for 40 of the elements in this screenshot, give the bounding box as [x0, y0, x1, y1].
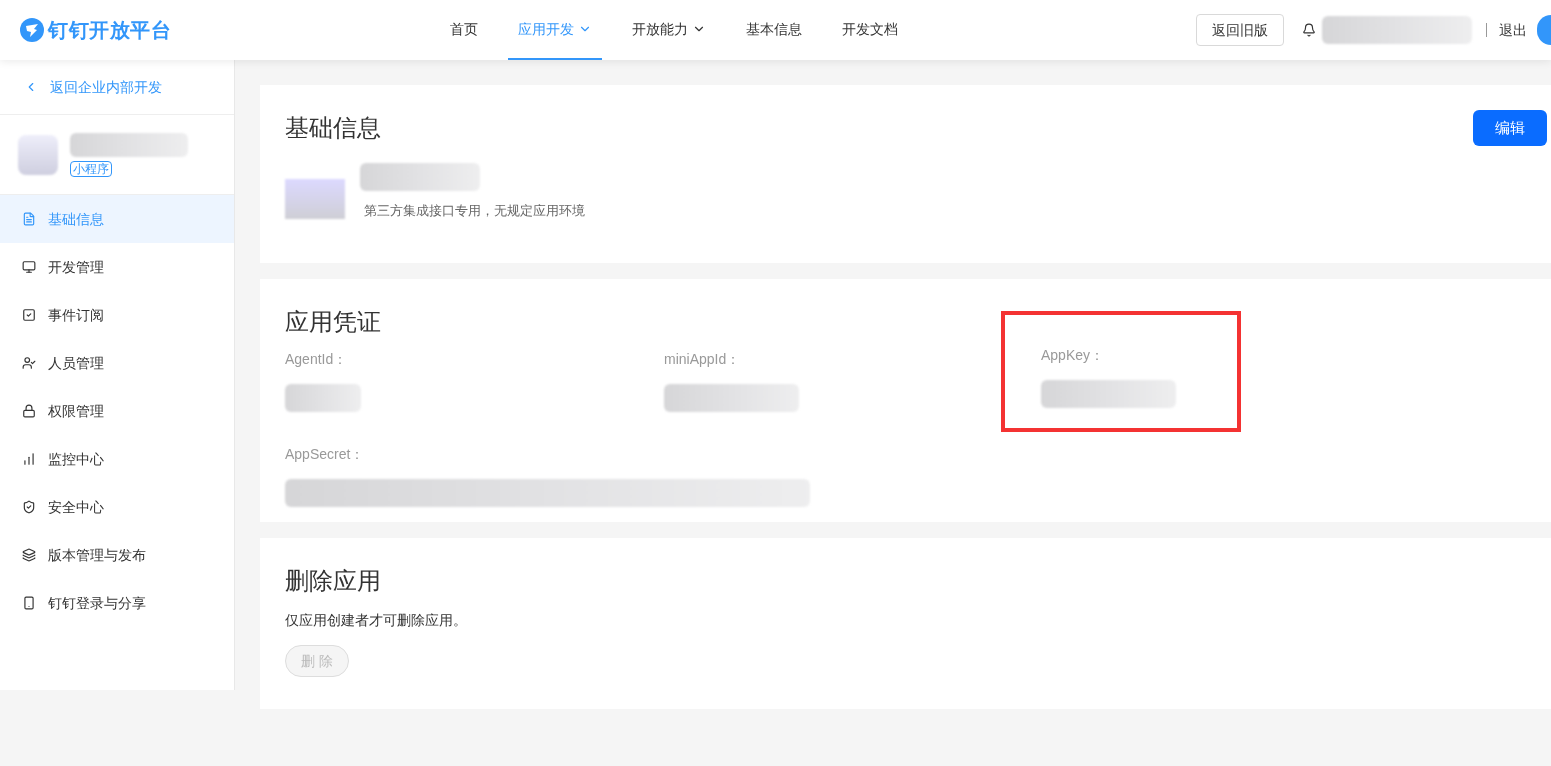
logo-icon [20, 18, 44, 42]
sidebar-item[interactable]: 安全中心 [0, 483, 234, 531]
old-version-button[interactable]: 返回旧版 [1196, 14, 1284, 46]
lock-icon [22, 404, 36, 418]
bell-icon[interactable] [1302, 23, 1316, 37]
nav-tab[interactable]: 首页 [440, 0, 488, 60]
nav-tab[interactable]: 基本信息 [736, 0, 812, 60]
field-label: miniAppId： [664, 350, 742, 369]
section-title: 删除应用 [285, 567, 382, 596]
checkbox-icon [22, 308, 36, 322]
avatar-icon[interactable] [1537, 15, 1551, 45]
sidebar-item[interactable]: 事件订阅 [0, 291, 234, 339]
nav-tab[interactable]: 开发文档 [832, 0, 908, 60]
logo-text: 钉钉开放平台 [48, 18, 171, 43]
section-title: 应用凭证 [285, 308, 382, 337]
delete-note: 仅应用创建者才可删除应用。 [285, 611, 468, 630]
nav-tab[interactable]: 开放能力 [622, 0, 716, 60]
sidebar-item[interactable]: 开发管理 [0, 243, 234, 291]
sidebar-item[interactable]: 版本管理与发布 [0, 531, 234, 579]
phone-icon [22, 596, 36, 610]
bar-chart-icon [22, 452, 36, 466]
edit-button[interactable]: 编辑 [1473, 110, 1547, 146]
app-description: 第三方集成接口专用，无规定应用环境 [363, 202, 585, 220]
section-title: 基础信息 [285, 114, 381, 143]
field-label: AppKey： [1041, 346, 1106, 365]
sidebar-item[interactable]: 钉钉登录与分享 [0, 579, 234, 627]
document-icon [22, 212, 36, 226]
sidebar-item[interactable]: 监控中心 [0, 435, 234, 483]
app-icon [18, 134, 58, 175]
sidebar-item[interactable]: 权限管理 [0, 387, 234, 435]
user-check-icon [22, 356, 36, 370]
logout-link[interactable]: 退出 [1499, 19, 1527, 41]
sidebar-item[interactable]: 人员管理 [0, 339, 234, 387]
field-label: AppSecret： [285, 445, 366, 464]
layers-icon [22, 548, 36, 562]
monitor-icon [22, 260, 36, 274]
app-icon [285, 179, 345, 219]
app-type-tag: 小程序 [70, 160, 112, 177]
shield-icon [22, 500, 36, 514]
field-label: AgentId： [285, 350, 349, 369]
